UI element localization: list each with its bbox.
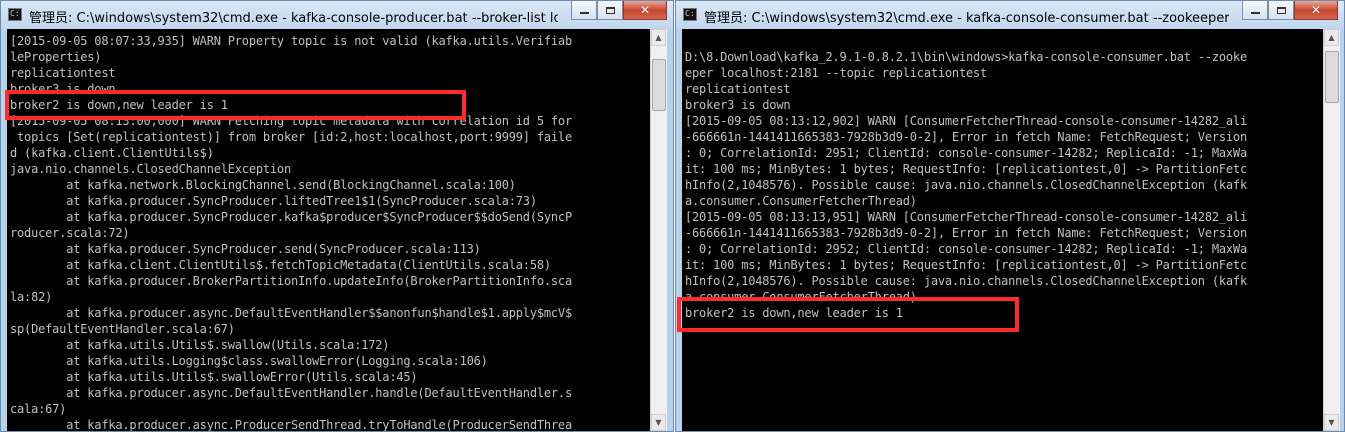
console-line: at kafka.producer.async.ProducerSendThre… bbox=[10, 418, 572, 431]
title-path: C:\windows\system32\cmd.exe - kafka-cons… bbox=[751, 11, 1229, 26]
maximize-icon bbox=[605, 6, 615, 14]
title-prefix: 管理员: bbox=[29, 11, 77, 26]
console-line: [2015-09-05 08:13:13,951] WARN [Consumer… bbox=[685, 210, 1247, 224]
console-line: la:82) bbox=[10, 290, 53, 304]
close-button[interactable]: ✕ bbox=[623, 1, 667, 20]
producer-window-title: 管理员: C:\windows\system32\cmd.exe - kafka… bbox=[29, 7, 558, 26]
console-line: at kafka.utils.Utils$.swallowError(Utils… bbox=[10, 370, 418, 384]
console-line: at kafka.producer.SyncProducer.kafka$pro… bbox=[10, 210, 572, 224]
cmd-icon[interactable]: C: bbox=[683, 8, 697, 21]
minimize-icon bbox=[1250, 12, 1260, 14]
console-line: it: 100 ms; MinBytes: 1 bytes; RequestIn… bbox=[685, 162, 1247, 176]
consumer-console-lines: D:\8.Download\kafka_2.9.1-0.8.2.1\bin\wi… bbox=[682, 29, 1324, 321]
consumer-window[interactable]: C: 管理员: C:\windows\system32\cmd.exe - ka… bbox=[675, 0, 1345, 432]
minimize-button[interactable] bbox=[571, 1, 597, 20]
cmd-icon[interactable]: C: bbox=[8, 8, 22, 21]
console-line: replicationtest bbox=[685, 82, 791, 96]
console-line: : 0; CorrelationId: 2951; ClientId: cons… bbox=[685, 146, 1247, 160]
console-line: D:\8.Download\kafka_2.9.1-0.8.2.1\bin\wi… bbox=[685, 50, 1247, 64]
maximize-button[interactable] bbox=[597, 1, 623, 20]
title-prefix: 管理员: bbox=[704, 11, 752, 26]
scrollbar-thumb[interactable] bbox=[1325, 51, 1339, 103]
console-line: replicationtest bbox=[10, 66, 116, 80]
console-line: java.nio.channels.ClosedChannelException bbox=[10, 162, 291, 176]
console-line: -666661n-1441411665383-7928b3d9-0-2], Er… bbox=[685, 130, 1247, 144]
minimize-icon bbox=[579, 12, 589, 14]
consumer-caption-buttons: ✕ bbox=[1242, 1, 1338, 21]
scrollbar-thumb[interactable] bbox=[652, 59, 666, 111]
console-line: a.consumer.ConsumerFetcherThread) bbox=[685, 194, 917, 208]
consumer-vertical-scrollbar[interactable]: ▲ ▼ bbox=[1323, 29, 1340, 431]
console-line: hInfo(2,1048576). Possible cause: java.n… bbox=[685, 274, 1247, 288]
console-line: : 0; CorrelationId: 2952; ClientId: cons… bbox=[685, 242, 1247, 256]
console-line: leProperties) bbox=[10, 50, 102, 64]
consumer-title-bar[interactable]: C: 管理员: C:\windows\system32\cmd.exe - ka… bbox=[676, 1, 1344, 29]
console-line: -666661n-1441411665383-7928b3d9-0-2], Er… bbox=[685, 226, 1247, 240]
producer-window[interactable]: C: 管理员: C:\windows\system32\cmd.exe - ka… bbox=[0, 0, 674, 432]
console-line: d (kafka.client.ClientUtils$) bbox=[10, 146, 214, 160]
console-line: at kafka.utils.Logging$class.swallowErro… bbox=[10, 354, 488, 368]
maximize-button[interactable] bbox=[1268, 1, 1294, 20]
console-line: topics [Set(replicationtest)] from broke… bbox=[10, 130, 572, 144]
scroll-down-arrow-icon[interactable]: ▼ bbox=[651, 414, 666, 431]
console-line: [2015-09-05 08:13:12,902] WARN [Consumer… bbox=[685, 114, 1247, 128]
scroll-up-arrow-icon[interactable]: ▲ bbox=[651, 29, 666, 46]
console-line: sp(DefaultEventHandler.scala:67) bbox=[10, 322, 235, 336]
close-icon: ✕ bbox=[639, 3, 651, 17]
console-line: at kafka.producer.BrokerPartitionInfo.up… bbox=[10, 274, 572, 288]
title-path: C:\windows\system32\cmd.exe - kafka-cons… bbox=[76, 11, 558, 26]
highlight-box-producer bbox=[5, 90, 466, 120]
console-line: at kafka.producer.async.DefaultEventHand… bbox=[10, 386, 572, 400]
console-line: at kafka.client.ClientUtils$.fetchTopicM… bbox=[10, 258, 551, 272]
console-line: at kafka.producer.async.DefaultEventHand… bbox=[10, 306, 572, 320]
minimize-button[interactable] bbox=[1242, 1, 1268, 20]
console-line: [2015-09-05 08:07:33,935] WARN Property … bbox=[10, 34, 572, 48]
producer-title-bar[interactable]: C: 管理员: C:\windows\system32\cmd.exe - ka… bbox=[1, 1, 673, 29]
highlight-box-consumer bbox=[677, 297, 1019, 332]
maximize-icon bbox=[1276, 6, 1286, 14]
producer-vertical-scrollbar[interactable]: ▲ ▼ bbox=[650, 29, 667, 431]
console-line: at kafka.utils.Utils$.swallow(Utils.scal… bbox=[10, 338, 390, 352]
console-line: it: 100 ms; MinBytes: 1 bytes; RequestIn… bbox=[685, 258, 1247, 272]
console-line: roducer.scala:72) bbox=[10, 226, 130, 240]
console-line: broker3 is down bbox=[685, 98, 791, 112]
close-icon: ✕ bbox=[1310, 3, 1322, 17]
console-line: eper localhost:2181 --topic replicationt… bbox=[685, 66, 988, 80]
consumer-window-title: 管理员: C:\windows\system32\cmd.exe - kafka… bbox=[704, 7, 1229, 26]
producer-caption-buttons: ✕ bbox=[571, 1, 667, 21]
scroll-up-arrow-icon[interactable]: ▲ bbox=[1324, 29, 1339, 46]
consumer-console-output[interactable]: D:\8.Download\kafka_2.9.1-0.8.2.1\bin\wi… bbox=[682, 29, 1324, 431]
console-line: at kafka.producer.SyncProducer.liftedTre… bbox=[10, 194, 537, 208]
console-line: at kafka.network.BlockingChannel.send(Bl… bbox=[10, 178, 516, 192]
console-line: cala:67) bbox=[10, 402, 67, 416]
scroll-down-arrow-icon[interactable]: ▼ bbox=[1324, 414, 1339, 431]
console-line: at kafka.producer.SyncProducer.send(Sync… bbox=[10, 242, 481, 256]
close-button[interactable]: ✕ bbox=[1294, 1, 1338, 20]
console-line: hInfo(2,1048576). Possible cause: java.n… bbox=[685, 178, 1247, 192]
